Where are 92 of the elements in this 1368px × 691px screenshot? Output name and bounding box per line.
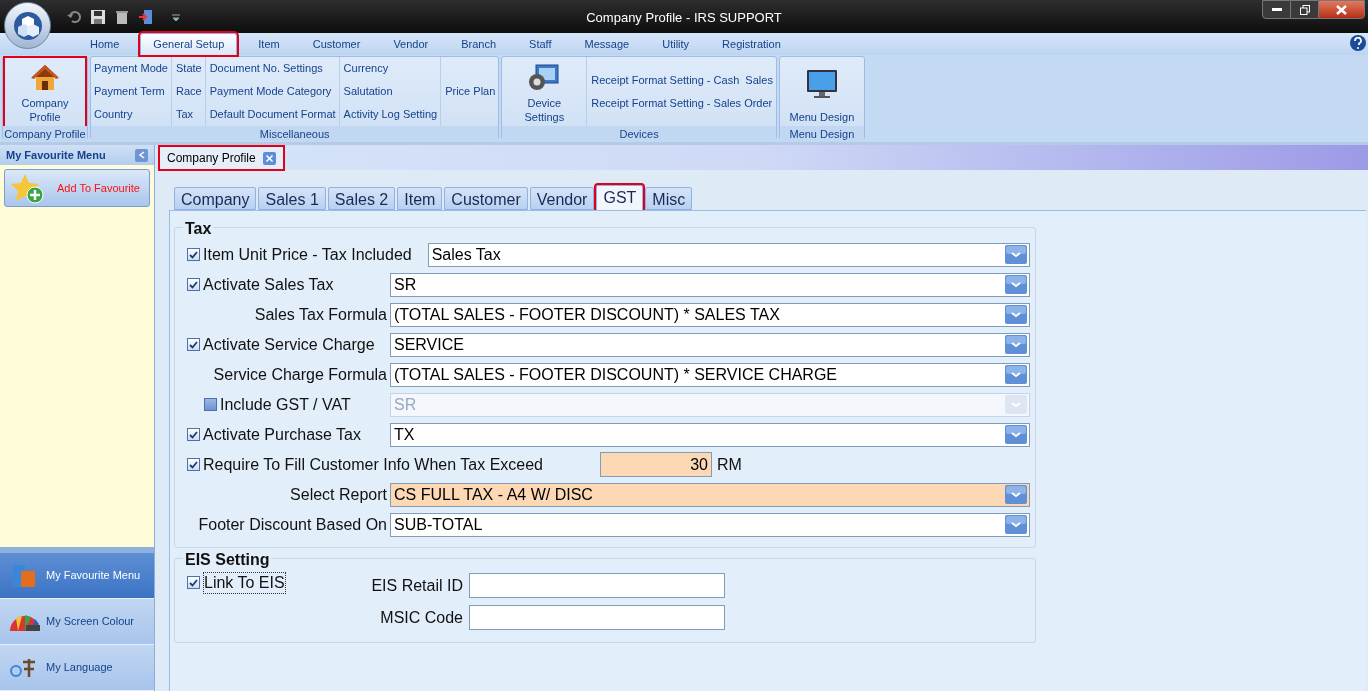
tab[interactable]: Vendor xyxy=(529,187,595,210)
field-label: Activate Sales Tax xyxy=(203,274,334,295)
input-field[interactable] xyxy=(469,573,725,598)
close-icon xyxy=(1336,4,1347,15)
group-label: Miscellaneous xyxy=(91,126,499,141)
trash-icon xyxy=(114,8,130,25)
ribbon-item[interactable]: Currency xyxy=(342,57,439,80)
checkbox[interactable] xyxy=(187,428,200,441)
field-label: Select Report xyxy=(290,484,387,505)
checkbox[interactable] xyxy=(187,576,200,589)
number-field[interactable]: 30 xyxy=(600,452,712,477)
ribbon-item[interactable]: Price Plan xyxy=(444,80,497,103)
sidebar-nav-item[interactable]: My Language xyxy=(0,645,154,691)
ribbon-item[interactable]: Payment Mode Category xyxy=(208,80,337,103)
group-label: Devices xyxy=(502,126,776,141)
ribbon-item[interactable]: Race xyxy=(175,80,203,103)
help-button[interactable] xyxy=(1350,35,1366,51)
undo-icon xyxy=(66,8,82,25)
sidebar-nav-item[interactable]: My Screen Colour xyxy=(0,599,154,645)
field-label: Activate Purchase Tax xyxy=(203,424,361,445)
menu-tab[interactable]: Registration xyxy=(710,33,793,55)
checkbox[interactable] xyxy=(187,248,200,261)
ribbon-item[interactable]: Receipt Format Setting - Sales Order xyxy=(590,91,774,115)
dropdown-field[interactable]: Sales Tax xyxy=(427,242,1030,267)
field-label: Include GST / VAT xyxy=(220,394,351,415)
minimize-button[interactable] xyxy=(1262,0,1291,19)
unit-label: RM xyxy=(717,454,742,475)
document-tab[interactable]: Company Profile xyxy=(159,146,284,170)
tab[interactable]: Item xyxy=(397,187,443,210)
save-icon xyxy=(90,8,106,25)
group-label: Company Profile xyxy=(3,126,87,141)
menu-tab[interactable]: Branch xyxy=(449,33,509,55)
tab[interactable]: Sales 2 xyxy=(327,187,396,210)
ribbon-button[interactable]: Device Settings xyxy=(504,58,585,126)
field-label: Require To Fill Customer Info When Tax Exceed xyxy=(203,454,543,475)
checkbox-label: Link To EIS xyxy=(203,572,286,594)
ribbon-item[interactable]: Activity Log Setting xyxy=(342,103,439,126)
ribbon-button[interactable]: Company Profile xyxy=(5,58,85,126)
ribbon-item[interactable]: Receipt Format Setting - Cash Sales xyxy=(590,68,774,92)
minimize-icon xyxy=(1271,7,1282,12)
tab[interactable]: Customer xyxy=(444,187,528,210)
dropdown-field[interactable]: (TOTAL SALES - FOOTER DISCOUNT) * SERVICE CHARGE xyxy=(390,362,1030,387)
field-label: Activate Service Charge xyxy=(203,334,375,355)
checkbox[interactable] xyxy=(187,458,200,471)
menu-tab[interactable]: General Setup xyxy=(140,33,238,55)
ribbon-item[interactable]: Document No. Settings xyxy=(208,57,337,80)
dropdown-field[interactable]: SERVICE xyxy=(390,332,1030,357)
window-title: Company Profile - IRS SUPPORT xyxy=(586,9,782,27)
tab[interactable]: Company xyxy=(174,187,257,210)
field-label: EIS Retail ID xyxy=(371,575,463,596)
ribbon-item[interactable]: Payment Mode xyxy=(93,57,169,80)
menu-tab[interactable]: Home xyxy=(78,33,132,55)
close-icon[interactable] xyxy=(262,151,276,165)
field-label: Sales Tax Formula xyxy=(254,304,387,325)
menu-tab[interactable]: Utility xyxy=(650,33,702,55)
field-label: Item Unit Price - Tax Included xyxy=(203,244,412,265)
chevron-left-icon xyxy=(138,151,145,159)
ribbon-item[interactable]: Default Document Format xyxy=(208,103,337,126)
field-label: Service Charge Formula xyxy=(213,364,387,385)
menu-tab[interactable]: Customer xyxy=(300,33,373,55)
restore-icon xyxy=(1299,4,1310,15)
checkbox[interactable] xyxy=(187,338,200,351)
dropdown-field[interactable]: SUB-TOTAL xyxy=(390,512,1030,537)
field-label: Footer Discount Based On xyxy=(198,514,387,535)
exit-icon xyxy=(138,8,154,25)
ribbon-item[interactable]: Tax xyxy=(175,103,203,126)
menu-tab[interactable]: Message xyxy=(572,33,642,55)
sidebar-title: My Favourite Menu xyxy=(6,147,106,163)
tab[interactable]: GST xyxy=(596,185,644,210)
group-label: Menu Design xyxy=(779,126,864,141)
dropdown-field[interactable]: SR xyxy=(390,272,1030,297)
dropdown-field[interactable]: CS FULL TAX - A4 W/ DISC xyxy=(390,482,1030,507)
ribbon-item[interactable]: Salutation xyxy=(342,80,439,103)
menu-tab[interactable]: Item xyxy=(246,33,292,55)
input-field[interactable] xyxy=(469,605,725,630)
star-add-icon xyxy=(11,172,45,204)
checkbox[interactable] xyxy=(187,278,200,291)
ribbon-item[interactable]: State xyxy=(175,57,203,80)
field-label: MSIC Code xyxy=(380,607,463,628)
tab[interactable]: Misc xyxy=(645,187,693,210)
dropdown-field[interactable]: (TOTAL SALES - FOOTER DISCOUNT) * SALES TAX xyxy=(390,302,1030,327)
sidebar-nav-item[interactable]: My Favourite Menu xyxy=(0,553,154,599)
close-button[interactable] xyxy=(1318,0,1365,19)
tab[interactable]: Sales 1 xyxy=(258,187,326,210)
ribbon-item[interactable]: Payment Term xyxy=(93,80,169,103)
menu-tab[interactable]: Vendor xyxy=(381,33,441,55)
collapse-button[interactable] xyxy=(135,148,148,162)
menu-tab[interactable]: Staff xyxy=(517,33,564,55)
ribbon-button[interactable]: Menu Design xyxy=(781,58,862,126)
restore-button[interactable] xyxy=(1291,0,1318,19)
ribbon-item[interactable]: Country xyxy=(93,103,169,126)
dropdown-field[interactable]: TX xyxy=(390,422,1030,447)
